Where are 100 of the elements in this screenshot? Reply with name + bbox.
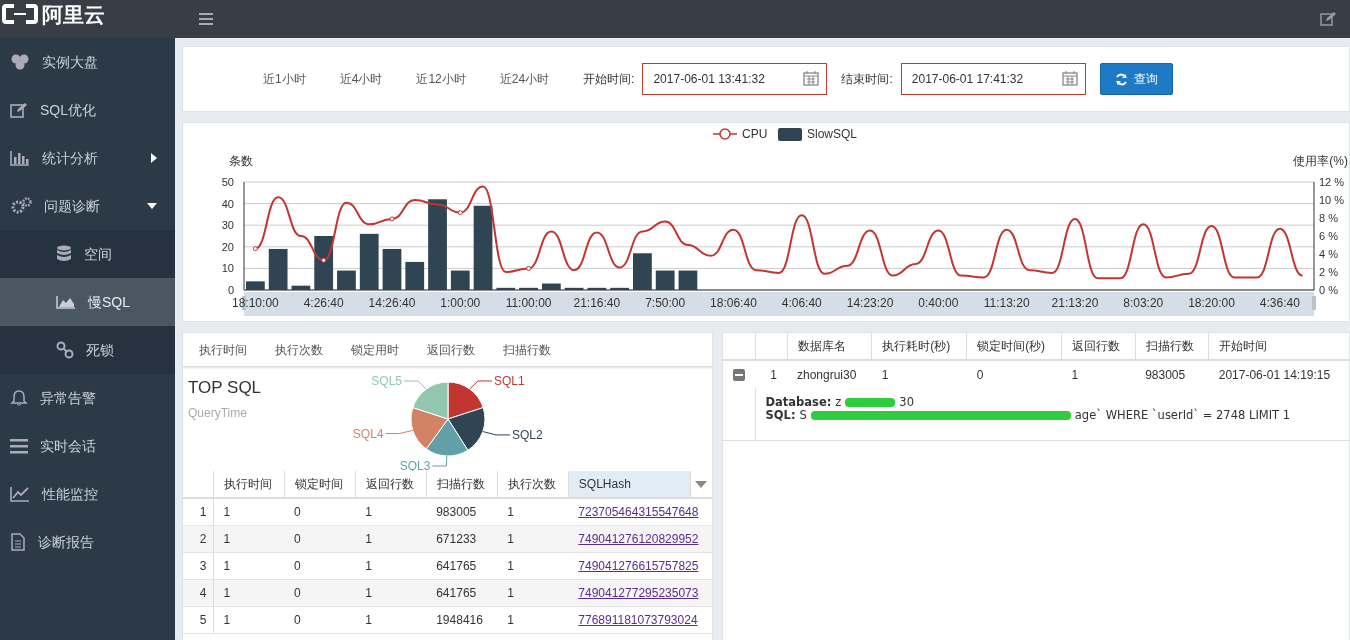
column-header[interactable]: 锁定时间(秒) bbox=[966, 333, 1062, 360]
sidebar-item[interactable]: 诊断报告 bbox=[0, 518, 175, 566]
legend-label: SlowSQL bbox=[807, 127, 858, 141]
tab[interactable]: 锁定用时 bbox=[341, 340, 409, 359]
time-range-link[interactable]: 近4小时 bbox=[339, 70, 397, 88]
sidebar-item[interactable]: 空间 bbox=[0, 230, 175, 278]
table-cell: 0 bbox=[284, 498, 356, 525]
table-cell: 1 bbox=[1061, 360, 1136, 388]
column-header[interactable]: 数据库名 bbox=[787, 333, 872, 360]
edit-icon[interactable] bbox=[1320, 12, 1336, 26]
menu-icon[interactable] bbox=[199, 13, 213, 25]
tick-label: 0:40:00 bbox=[918, 296, 959, 310]
bar bbox=[633, 253, 652, 290]
legend-item[interactable]: SlowSQL bbox=[778, 127, 858, 141]
tick-label: 4:36:40 bbox=[1259, 296, 1300, 310]
table-cell: 1 bbox=[355, 579, 427, 606]
column-header[interactable]: 扫描行数 bbox=[426, 471, 498, 498]
bar bbox=[564, 287, 584, 290]
table-cell: 1 bbox=[497, 525, 569, 552]
bar bbox=[382, 248, 402, 290]
query-button[interactable]: 查询 bbox=[1099, 63, 1173, 95]
chart-title: TOP SQL bbox=[188, 379, 263, 396]
column-header[interactable]: 扫描行数 bbox=[1135, 333, 1209, 360]
refresh-icon bbox=[1114, 72, 1128, 86]
tab[interactable]: 执行次数 bbox=[265, 340, 333, 359]
tab[interactable]: 扫描行数 bbox=[493, 340, 561, 359]
row-number: 1 bbox=[755, 360, 787, 388]
row-number: 4 bbox=[183, 579, 213, 606]
link-icon bbox=[56, 341, 74, 359]
table-cell: 0 bbox=[284, 606, 356, 633]
column-header[interactable]: 执行耗时(秒) bbox=[871, 333, 967, 360]
tick-label: 18:06:40 bbox=[710, 296, 757, 310]
date-field[interactable]: 2017-06-01 17:41:32 bbox=[900, 63, 1086, 95]
tick-label: 7:50:00 bbox=[645, 296, 686, 310]
table-cell: 671233 bbox=[426, 525, 498, 552]
bar bbox=[291, 285, 311, 290]
hash-link[interactable]: 723705464315547648 bbox=[578, 504, 699, 519]
axis-title: 使用率(%) bbox=[1293, 154, 1348, 168]
bar bbox=[314, 236, 334, 290]
list-icon bbox=[10, 438, 28, 454]
table-cell: 0 bbox=[284, 552, 356, 579]
column-header[interactable]: SQLHash bbox=[568, 471, 690, 498]
sidebar-item[interactable]: SQL优化 bbox=[0, 86, 175, 134]
sidebar-item[interactable]: 性能监控 bbox=[0, 470, 175, 518]
hash-link[interactable]: 749041276615757825 bbox=[578, 558, 699, 573]
slice-label: SQL1 bbox=[494, 374, 525, 388]
pie-slice bbox=[447, 381, 484, 420]
legend-label: CPU bbox=[742, 127, 768, 141]
time-range-link[interactable]: 近24小时 bbox=[499, 70, 564, 88]
tick-label: 20 bbox=[221, 240, 234, 253]
sidebar-item[interactable]: 慢SQL bbox=[0, 278, 175, 326]
sidebar-item[interactable]: 异常告警 bbox=[0, 374, 175, 422]
tick-label: 50 bbox=[221, 176, 234, 188]
table-cell: 1 bbox=[213, 498, 285, 525]
field-label: 开始时间: bbox=[583, 71, 635, 88]
table-cell: 1 bbox=[871, 360, 967, 388]
time-range-link[interactable]: 近1小时 bbox=[263, 70, 320, 88]
pie-slice bbox=[447, 407, 486, 451]
date-field[interactable]: 2017-06-01 13:41:32 bbox=[642, 63, 828, 95]
pie-slice bbox=[425, 418, 469, 457]
leader-line bbox=[385, 429, 414, 434]
chart-subtitle: QueryTime bbox=[188, 405, 248, 422]
column-header[interactable]: 开始时间 bbox=[1208, 333, 1349, 360]
bar bbox=[587, 287, 607, 290]
pie-slice bbox=[412, 381, 449, 420]
sidebar-item[interactable]: 问题诊断 bbox=[0, 182, 175, 230]
bar bbox=[450, 270, 470, 290]
slice-label: SQL2 bbox=[512, 427, 543, 442]
collapse-button[interactable] bbox=[733, 368, 745, 381]
column-header[interactable]: 执行时间 bbox=[213, 471, 285, 498]
bar bbox=[496, 287, 516, 290]
tick-label: 18:10:00 bbox=[232, 296, 279, 310]
sidebar-item[interactable]: 实例大盘 bbox=[0, 38, 175, 86]
tab[interactable]: 执行时间 bbox=[189, 340, 257, 359]
hash-link[interactable]: 776891181073793024 bbox=[578, 612, 698, 627]
slice-label: SQL4 bbox=[352, 426, 384, 441]
tick-label: 10 % bbox=[1319, 194, 1345, 206]
sql-text: age` WHERE `userId` = 2748 LIMIT 1 bbox=[1074, 409, 1291, 422]
row-number: 5 bbox=[183, 606, 213, 633]
bell-icon bbox=[10, 389, 28, 407]
leader-line bbox=[482, 431, 511, 436]
line-chart-icon bbox=[10, 486, 30, 502]
column-header[interactable]: 返回行数 bbox=[355, 471, 427, 498]
legend-item[interactable]: CPU bbox=[712, 127, 768, 141]
table-cell: 1 bbox=[355, 606, 427, 633]
table-cell: 0 bbox=[966, 360, 1062, 388]
sidebar-item[interactable]: 实时会话 bbox=[0, 422, 175, 470]
minus-icon bbox=[735, 373, 743, 376]
sidebar-item[interactable]: 死锁 bbox=[0, 326, 175, 374]
tick-label: 11:00:00 bbox=[505, 296, 552, 310]
sidebar-item[interactable]: 统计分析 bbox=[0, 134, 175, 182]
tab[interactable]: 返回行数 bbox=[417, 340, 485, 359]
tick-label: 8:03:20 bbox=[1123, 296, 1164, 310]
brand-name: 阿里云 bbox=[42, 4, 105, 25]
tick-label: 21:16:40 bbox=[573, 296, 621, 310]
column-header[interactable]: 锁定时间 bbox=[284, 471, 356, 498]
time-range-link[interactable]: 近12小时 bbox=[416, 70, 480, 88]
column-header[interactable]: 返回行数 bbox=[1061, 333, 1136, 360]
field-label: Database: bbox=[765, 396, 832, 409]
tick-label: 4 % bbox=[1319, 248, 1338, 260]
